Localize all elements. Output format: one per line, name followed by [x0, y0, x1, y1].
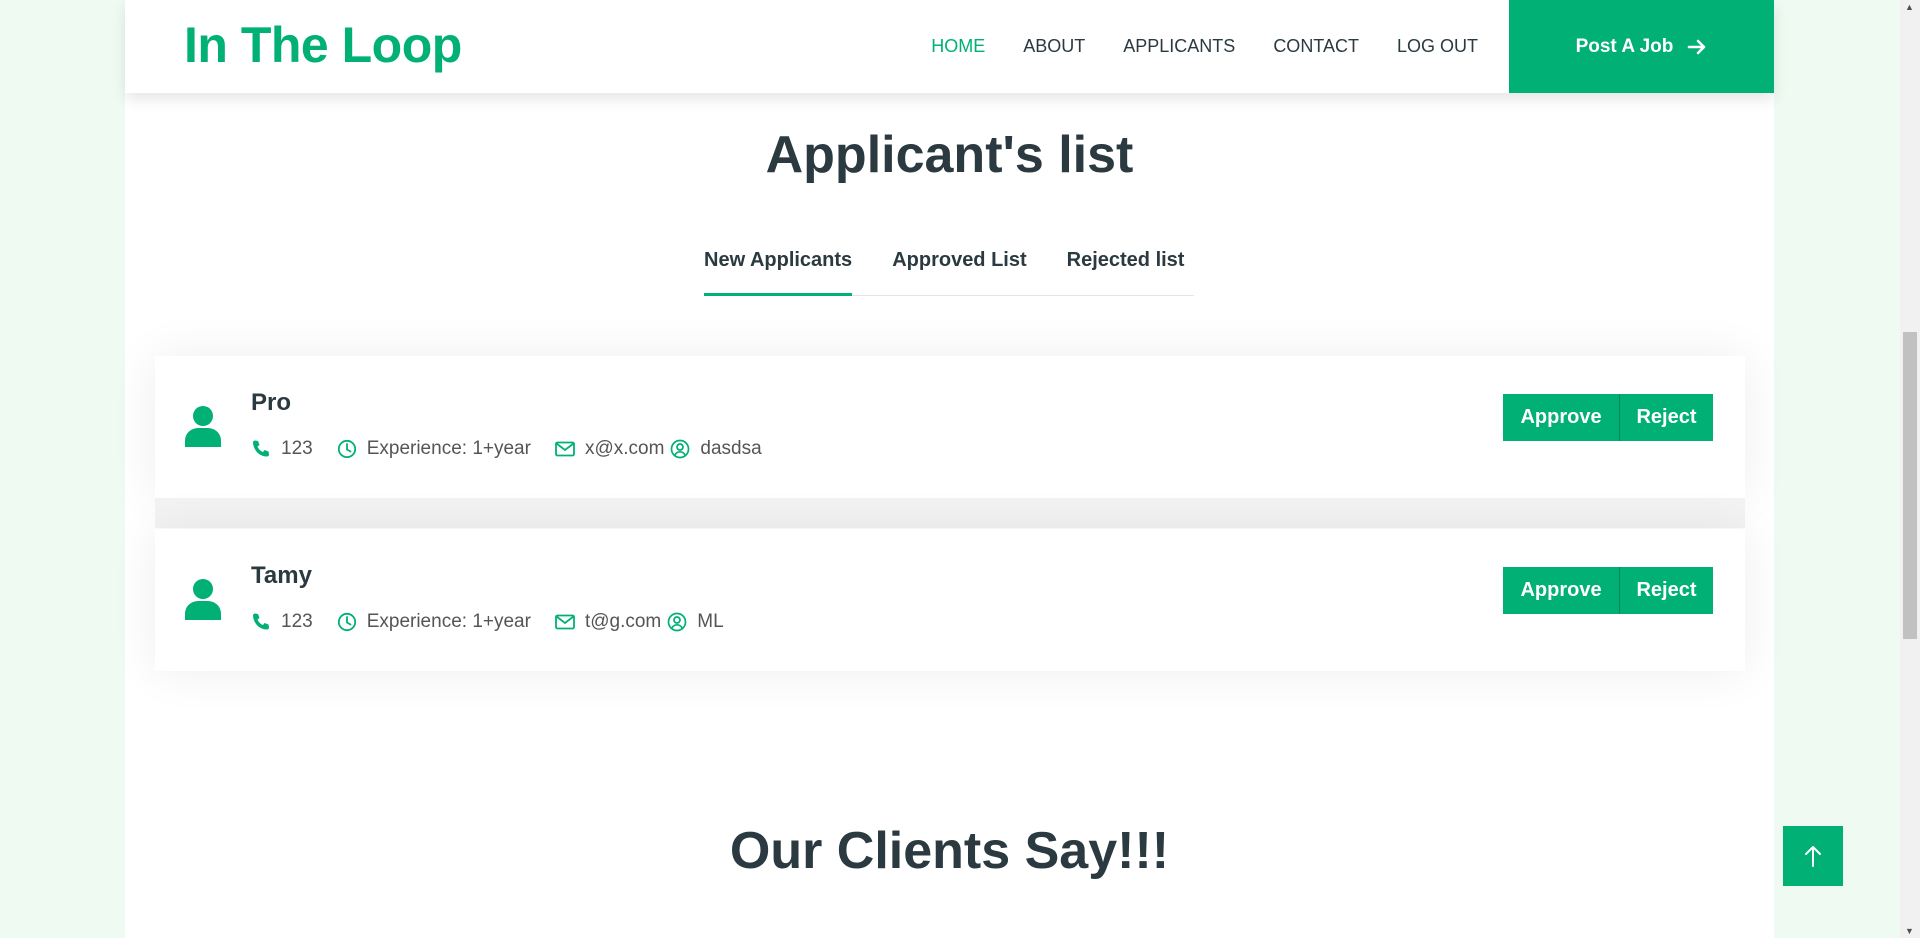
nav-links: HOME ABOUT APPLICANTS CONTACT LOG OUT [893, 0, 1478, 93]
approve-button[interactable]: Approve [1503, 394, 1619, 441]
applicant-card: Pro 123 Experience: 1+year x@x.com dasds… [155, 356, 1745, 498]
applicant-actions: Approve Reject [1503, 394, 1713, 441]
applicant-actions: Approve Reject [1503, 567, 1713, 614]
tab-new-applicants[interactable]: New Applicants [704, 245, 853, 296]
tab-approved-list[interactable]: Approved List [892, 245, 1026, 296]
applicant-skill: dasdsa [670, 438, 762, 460]
user-circle-icon [671, 439, 690, 459]
page-title: Applicant's list [765, 126, 1134, 184]
post-job-label: Post A Job [1575, 35, 1674, 57]
applicant-phone: 123 [251, 611, 313, 633]
navbar: In The Loop HOME ABOUT APPLICANTS CONTAC… [125, 0, 1774, 93]
experience-text: Experience: 1+year [366, 438, 531, 459]
clients-section-title: Our Clients Say!!! [729, 822, 1170, 880]
tab-rejected-list[interactable]: Rejected list [1067, 245, 1185, 296]
reject-button[interactable]: Reject [1619, 394, 1713, 441]
phone-icon [253, 440, 269, 457]
phone-text: 123 [281, 611, 313, 632]
experience-text: Experience: 1+year [366, 611, 531, 632]
clock-icon [337, 612, 356, 632]
applicant-card: Tamy 123 Experience: 1+year t@g.com ML A… [155, 529, 1745, 671]
nav-applicants[interactable]: APPLICANTS [1123, 36, 1235, 57]
applicant-details: 123 Experience: 1+year x@x.com dasdsa [251, 438, 762, 460]
scroll-up-arrow-icon[interactable]: ▲ [1905, 2, 1914, 12]
reject-button[interactable]: Reject [1619, 567, 1713, 614]
nav-contact[interactable]: CONTACT [1273, 36, 1359, 57]
applicant-experience: Experience: 1+year [337, 438, 531, 460]
phone-icon [253, 613, 269, 630]
applicant-email: t@g.com [555, 611, 661, 633]
envelope-icon [555, 614, 575, 630]
applicant-experience: Experience: 1+year [337, 611, 531, 633]
brand-logo[interactable]: In The Loop [184, 16, 462, 74]
card-separator [155, 498, 1745, 528]
user-icon [185, 405, 221, 447]
applicant-email: x@x.com [555, 438, 664, 460]
applicant-name: Pro [251, 389, 292, 416]
clock-icon [337, 439, 356, 459]
arrow-up-icon [1805, 846, 1821, 867]
envelope-icon [555, 441, 575, 457]
skill-text: dasdsa [700, 438, 762, 459]
page-container: In The Loop HOME ABOUT APPLICANTS CONTAC… [125, 0, 1774, 938]
nav-about[interactable]: ABOUT [1023, 36, 1085, 57]
email-text: t@g.com [584, 611, 662, 632]
scrollbar-thumb[interactable] [1903, 332, 1917, 639]
phone-text: 123 [281, 438, 313, 459]
user-icon [185, 578, 221, 620]
applicant-skill: ML [667, 611, 724, 633]
applicant-phone: 123 [251, 438, 313, 460]
nav-logout[interactable]: LOG OUT [1397, 36, 1478, 57]
scroll-down-arrow-icon[interactable]: ▼ [1905, 926, 1914, 936]
post-job-button[interactable]: Post A Job [1509, 0, 1774, 93]
email-text: x@x.com [584, 438, 665, 459]
applicant-tabs: New Applicants Approved List Rejected li… [704, 245, 1194, 296]
applicant-details: 123 Experience: 1+year t@g.com ML [251, 611, 724, 633]
skill-text: ML [697, 611, 724, 632]
arrow-right-icon [1687, 38, 1707, 56]
applicant-name: Tamy [251, 562, 312, 589]
back-to-top-button[interactable] [1783, 826, 1843, 886]
approve-button[interactable]: Approve [1503, 567, 1619, 614]
user-circle-icon [667, 612, 687, 632]
scrollbar[interactable]: ▲ ▼ [1900, 0, 1920, 938]
nav-home[interactable]: HOME [931, 36, 985, 57]
